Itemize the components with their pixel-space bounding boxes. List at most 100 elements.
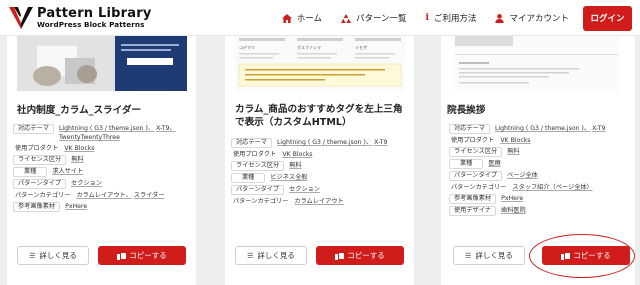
- meta-label: 業種: [13, 167, 48, 177]
- pattern-thumbnail[interactable]: コデマリ グルファシマ ミモザ: [235, 36, 405, 91]
- meta-label: パターンタイプ: [231, 185, 285, 195]
- meta-row-category: パターンカテゴリー カラムレイアウト: [231, 197, 411, 206]
- meta-row-theme: 対応テーマ Lightning ( G3 / theme.json )、 X-T9: [449, 124, 629, 134]
- meta-label: 業種: [231, 173, 266, 183]
- meta-link[interactable]: X-T9: [592, 125, 605, 132]
- meta-row-license: ライセンス区分 無料: [449, 147, 629, 157]
- list-icon: ☰: [465, 251, 472, 260]
- login-button[interactable]: ログイン: [583, 5, 632, 31]
- nav-home[interactable]: ホーム: [281, 12, 322, 24]
- meta-row-image: 参考画像素材 PxHere: [13, 202, 193, 212]
- copy-button[interactable]: コピーする: [98, 246, 186, 265]
- meta-row-type: パターンタイプ セクション: [231, 185, 411, 195]
- meta-label: パターンカテゴリー: [451, 184, 507, 191]
- meta-link[interactable]: Lightning ( G3 / theme.json )、: [495, 125, 590, 132]
- card-actions: ☰ 詳しく見る コピーする: [17, 246, 186, 265]
- meta-value: 歯科医院: [501, 206, 528, 215]
- thumb-col-label: ミモザ: [355, 44, 367, 50]
- meta-value: VK Blocks: [64, 144, 96, 153]
- meta-link[interactable]: VK Blocks: [64, 145, 94, 152]
- pattern-title[interactable]: 院長挨拶: [447, 104, 627, 117]
- pattern-thumbnail[interactable]: [455, 36, 619, 91]
- meta-link[interactable]: ページ全体: [507, 172, 538, 179]
- info-icon: i: [425, 13, 429, 23]
- user-icon: [495, 13, 505, 23]
- meta-value: 無料: [507, 147, 521, 156]
- meta-row-type: パターンタイプ セクション: [13, 179, 193, 189]
- meta-row-product: 使用プロダクト VK Blocks: [13, 144, 193, 153]
- meta-link[interactable]: X-T9、: [156, 125, 176, 132]
- meta-label: 参考画像素材: [13, 202, 61, 212]
- meta-value: VK Blocks: [282, 150, 314, 159]
- meta-row-category: パターンカテゴリー カラムレイアウト、 スライダー: [13, 191, 193, 200]
- meta-link[interactable]: 無料: [289, 162, 301, 169]
- copy-icon: [561, 251, 572, 260]
- meta-label: 使用デザイナ: [449, 206, 497, 216]
- meta-link[interactable]: X-T9: [374, 139, 387, 146]
- meta-link[interactable]: PxHere: [65, 203, 87, 210]
- site-logo[interactable]: Pattern Library WordPress Block Patterns: [8, 3, 152, 33]
- detail-button-label: 詳しく見る: [475, 251, 513, 260]
- meta-link[interactable]: 無料: [71, 156, 83, 163]
- meta-link[interactable]: セクション: [71, 180, 102, 187]
- list-icon: ☰: [29, 251, 36, 260]
- meta-value: 医療: [488, 159, 502, 168]
- meta-link[interactable]: VK Blocks: [282, 151, 312, 158]
- meta-value: 無料: [289, 161, 303, 170]
- meta-link[interactable]: カラムレイアウト、: [76, 192, 131, 199]
- meta-label: 参考画像素材: [449, 194, 497, 204]
- meta-link[interactable]: 求人サイト: [52, 168, 83, 175]
- meta-label: 対応テーマ: [13, 124, 54, 134]
- pattern-title[interactable]: 社内制度_カラム_スライダー: [17, 104, 189, 117]
- meta-link[interactable]: ビジネス全般: [270, 174, 307, 181]
- meta-label: 使用プロダクト: [451, 137, 495, 144]
- copy-icon: [335, 251, 346, 260]
- meta-link[interactable]: カラムレイアウト: [294, 198, 343, 205]
- copy-button-label: コピーする: [129, 251, 167, 260]
- pattern-title[interactable]: カラム_商品のおすすめタグを左上三角で表示（カスタムHTML）: [235, 103, 407, 129]
- detail-button-label: 詳しく見る: [39, 251, 77, 260]
- meta-link[interactable]: 医療: [488, 160, 500, 167]
- nav-usage[interactable]: i ご利用方法: [426, 12, 477, 24]
- nav-my-account[interactable]: マイアカウント: [495, 12, 569, 24]
- meta-link[interactable]: セクション: [289, 186, 320, 193]
- meta-link[interactable]: 歯科医院: [501, 207, 526, 214]
- meta-row-industry: 業種 求人サイト: [13, 167, 193, 177]
- meta-row-theme: 対応テーマ Lightning ( G3 / theme.json )、 X-T9: [231, 138, 411, 148]
- meta-link[interactable]: Lightning ( G3 / theme.json )、: [59, 125, 154, 132]
- detail-button[interactable]: ☰ 詳しく見る: [17, 246, 89, 265]
- meta-value: ビジネス全般: [270, 173, 309, 182]
- meta-link[interactable]: 無料: [507, 148, 519, 155]
- pattern-card: 社内制度_カラム_スライダー 対応テーマ Lightning ( G3 / th…: [7, 0, 196, 285]
- pattern-thumbnail[interactable]: [17, 36, 187, 91]
- meta-row-image: 参考画像素材 PxHere: [449, 194, 629, 204]
- detail-button[interactable]: ☰ 詳しく見る: [453, 246, 525, 265]
- meta-link[interactable]: スタッフ紹介（ページ全体）: [512, 184, 592, 191]
- meta-link[interactable]: VK Blocks: [500, 137, 530, 144]
- meta-row-license: ライセンス区分 無料: [231, 161, 411, 171]
- pattern-card: 院長挨拶 対応テーマ Lightning ( G3 / theme.json )…: [441, 0, 635, 285]
- detail-button[interactable]: ☰ 詳しく見る: [235, 246, 307, 265]
- meta-link[interactable]: Lightning ( G3 / theme.json )、: [277, 139, 372, 146]
- nav-usage-label: ご利用方法: [433, 14, 477, 24]
- copy-button[interactable]: コピーする: [316, 246, 404, 265]
- copy-button-label: コピーする: [573, 251, 611, 260]
- meta-value: VK Blocks: [500, 136, 532, 145]
- meta-value: セクション: [289, 185, 322, 194]
- meta-value: PxHere: [501, 194, 525, 203]
- meta-link[interactable]: TwentyTwentyThree: [59, 134, 120, 141]
- meta-link[interactable]: スライダー: [134, 192, 165, 199]
- meta-label: 使用プロダクト: [233, 151, 277, 158]
- detail-button-label: 詳しく見る: [257, 251, 295, 260]
- nav-pattern-list[interactable]: パターン一覧: [340, 12, 407, 24]
- meta-label: 対応テーマ: [449, 124, 490, 134]
- meta-value: Lightning ( G3 / theme.json )、 X-T9、 Twent…: [59, 124, 178, 142]
- meta-value: セクション: [71, 179, 104, 188]
- copy-button[interactable]: コピーする: [542, 246, 630, 265]
- main-nav: ホーム パターン一覧 i ご利用方法 マイアカウント ログイン: [263, 0, 632, 36]
- meta-value: カラムレイアウト、 スライダー: [76, 191, 166, 200]
- pattern-meta: 対応テーマ Lightning ( G3 / theme.json )、 X-T9…: [449, 124, 629, 218]
- card-actions: ☰ 詳しく見る コピーする: [235, 246, 404, 265]
- meta-link[interactable]: PxHere: [501, 195, 523, 202]
- meta-row-product: 使用プロダクト VK Blocks: [449, 136, 629, 145]
